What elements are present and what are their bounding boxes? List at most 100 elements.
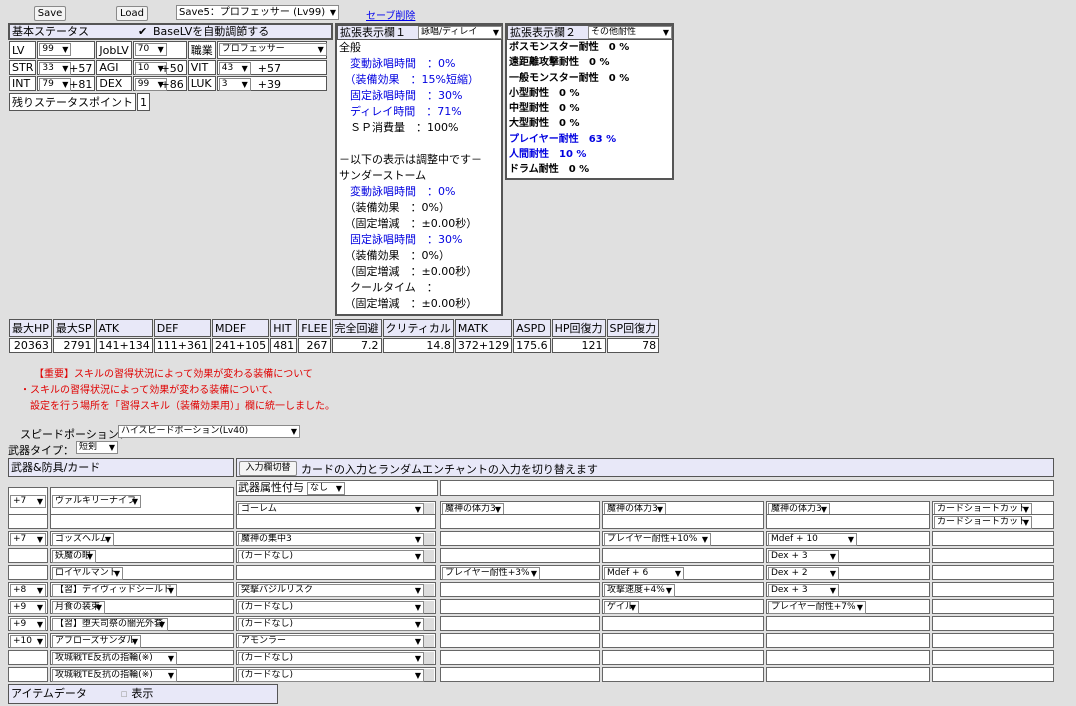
equip-select-item[interactable]: 攻城戦TE反抗の指輪(※) — [52, 652, 177, 665]
ext-panel-1-select[interactable]: 詠唱/ディレイ — [418, 26, 502, 39]
save-button[interactable]: Save — [34, 6, 66, 21]
vit-bonus: +57 — [257, 62, 281, 75]
equip-select-item[interactable]: ロイヤルマント — [52, 567, 123, 580]
equip-cell-c3 — [602, 548, 764, 563]
equip-cell-item: 【習】デイヴィッドシールド — [50, 582, 234, 597]
speed-potion-label: スピードポーション： — [20, 428, 130, 441]
speed-potion-select[interactable]: ハイスピードポーション(Lv40) — [118, 425, 300, 438]
lv-select[interactable]: 99 — [39, 43, 72, 56]
ext1-line: 変動詠唱時間 ：0% — [339, 57, 456, 70]
equip-select-item[interactable]: ゴッズヘルム — [52, 533, 114, 546]
notice-line-2: ・スキルの習得状況によって効果が変わる装備について、 — [20, 385, 279, 396]
stat-value: 78 — [606, 338, 660, 353]
stat-value: 14.8 — [382, 338, 454, 353]
equip-cell-c3: ゲイル — [602, 599, 764, 614]
equip-cell-c2 — [440, 531, 600, 546]
stat-value: 372+129 — [454, 338, 513, 353]
equip-select-c5[interactable]: カードショートカット — [934, 516, 1032, 529]
item-data-header: アイテムデータ ▫ 表示 — [8, 684, 278, 704]
stat-header: 完全回避 — [331, 319, 382, 337]
ext1-line: クールタイム ： — [339, 281, 438, 294]
equip-select-c4[interactable]: Dex + 3 — [768, 550, 839, 563]
weapon-type-label: 武器タイプ： — [8, 444, 74, 457]
equip-select-refine[interactable]: +7 — [10, 533, 46, 546]
equip-select-c3[interactable]: 攻撃速度+4% — [604, 584, 675, 597]
equip-cell-c1: 突撃バジルリスク — [236, 582, 436, 597]
auto-baselv-checkbox[interactable]: ✔ — [138, 25, 147, 39]
weapon-element-select[interactable]: なし — [307, 482, 345, 495]
equip-select-c1[interactable]: (カードなし) — [238, 652, 424, 665]
equip-select-c1[interactable]: 突撃バジルリスク — [238, 584, 424, 597]
equip-select-c1[interactable]: (カードなし) — [238, 550, 424, 563]
ext-panel-1: 拡張表示欄１ 詠唱/ディレイ 全般 変動詠唱時間 ：0% （装備効果 ：15%短… — [335, 23, 503, 316]
equip-cell-refine — [8, 514, 48, 529]
ext1-line: （固定増減 ：±0.00秒） — [339, 217, 478, 230]
toggle-input-button[interactable]: 入力欄切替 — [239, 461, 297, 476]
ext-panel-2-content: ボスモンスター耐性 0 % 遠距離攻撃耐性 0 % 一般モンスター耐性 0 % 小型耐… — [507, 40, 672, 178]
equip-select-item[interactable]: アブローズサンダル — [52, 635, 141, 648]
equip-cell-refine: +8 — [8, 582, 48, 597]
equip-select-c2[interactable]: プレイヤー耐性+3% — [442, 567, 540, 580]
ext1-line: －以下の表示は調整中です－ — [339, 153, 482, 166]
stat-value: 175.6 — [513, 338, 551, 353]
equip-select-item[interactable]: 攻城戦TE反抗の指輪(※) — [52, 669, 177, 682]
vit-select[interactable]: 43 — [218, 62, 251, 75]
str-select[interactable]: 33 — [39, 62, 72, 75]
luk-select[interactable]: 3 — [218, 78, 251, 91]
equip-cell-c2 — [440, 650, 600, 665]
equip-select-refine[interactable]: +9 — [10, 618, 46, 631]
delete-save-link[interactable]: セーブ削除 — [366, 7, 415, 22]
stat-header: MATK — [454, 319, 513, 337]
stat-value: 141+134 — [95, 338, 153, 353]
str-label: STR — [9, 60, 37, 75]
equip-select-c1[interactable]: (カードなし) — [238, 669, 424, 682]
equip-select-c1[interactable]: (カードなし) — [238, 601, 424, 614]
stat-header: DEF — [153, 319, 211, 337]
save-slot-select[interactable]: Save5：プロフェッサー (Lv99) — [176, 5, 339, 20]
ext2-line: プレイヤー耐性 63 % — [509, 133, 617, 145]
ext2-line: ボスモンスター耐性 0 % — [509, 42, 630, 53]
equip-select-item[interactable]: 妖魔の眼 — [52, 550, 96, 563]
equip-select-item[interactable]: 月食の装束 — [52, 601, 105, 614]
equip-cell-refine: +7 — [8, 531, 48, 546]
joblv-select[interactable]: 70 — [134, 43, 167, 56]
equip-select-item[interactable]: 【習】デイヴィッドシールド — [52, 584, 177, 597]
item-data-show-label: 表示 — [131, 687, 154, 700]
equip-select-refine[interactable]: +10 — [10, 635, 46, 648]
job-select[interactable]: プロフェッサー — [218, 43, 327, 56]
equip-cell-c2 — [440, 633, 600, 648]
load-button[interactable]: Load — [116, 6, 148, 21]
equip-select-c1[interactable]: 魔神の集中3 — [238, 533, 424, 546]
equip-select-c4[interactable]: プレイヤー耐性+7% — [768, 601, 866, 614]
equip-select-c4[interactable]: Mdef + 10 — [768, 533, 857, 546]
int-select[interactable]: 79 — [39, 78, 72, 91]
item-data-checkbox[interactable]: ▫ — [120, 687, 127, 700]
equip-cell-c5: カードショートカット — [932, 514, 1054, 529]
equip-select-c1[interactable]: アモンラー — [238, 635, 424, 648]
battle-stats-table: 最大HP 最大SP ATK DEF MDEF HIT FLEE 完全回避 クリティカル MATK A… — [8, 318, 660, 354]
equip-select-c3[interactable]: プレイヤー耐性+10% — [604, 533, 711, 546]
stat-value: 241+105 — [211, 338, 270, 353]
equip-select-item[interactable]: 【習】堕天司祭の闇光外套 — [52, 618, 168, 631]
ext1-line: 固定詠唱時間 ：30% — [339, 89, 463, 102]
equip-select-c3[interactable]: Mdef + 6 — [604, 567, 684, 580]
equip-select-c4[interactable]: Dex + 2 — [768, 567, 839, 580]
notice-line-1: 【重要】スキルの習得状況によって効果が変わる装備について — [34, 369, 313, 380]
equip-select-c1[interactable]: (カードなし) — [238, 618, 424, 631]
equip-select-refine[interactable]: +9 — [10, 601, 46, 614]
equip-cell-c3: プレイヤー耐性+10% — [602, 531, 764, 546]
equip-select-refine[interactable]: +8 — [10, 584, 46, 597]
equip-select-item[interactable]: ヴァルキリーナイフ — [52, 495, 141, 508]
equip-select-refine[interactable]: +7 — [10, 495, 46, 508]
stat-value: 7.2 — [331, 338, 382, 353]
equip-cell-c4: Mdef + 10 — [766, 531, 930, 546]
ext-panel-2: 拡張表示欄２ その他耐性 ボスモンスター耐性 0 % 遠距離攻撃耐性 0 % 一般モ… — [505, 23, 674, 180]
ext1-line: （装備効果 ：15%短縮） — [339, 73, 479, 86]
ext-panel-2-select[interactable]: その他耐性 — [588, 26, 672, 39]
equip-select-c3[interactable]: ゲイル — [604, 601, 639, 614]
equip-cell-refine — [8, 548, 48, 563]
equip-cell-c5 — [932, 650, 1054, 665]
card-grade-box — [424, 584, 434, 596]
equip-select-c4[interactable]: Dex + 3 — [768, 584, 839, 597]
weapon-type-select[interactable]: 短剣 — [76, 441, 118, 454]
